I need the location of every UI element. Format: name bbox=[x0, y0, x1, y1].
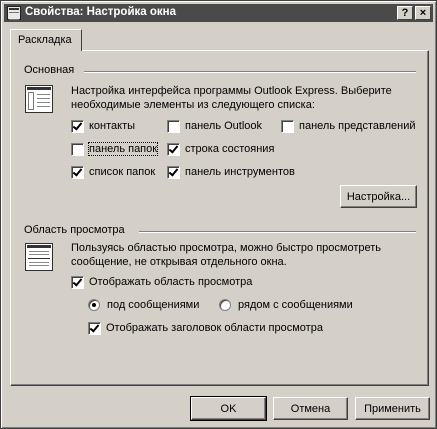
outlook-bar-checkbox-label: панель Outlook bbox=[185, 120, 263, 132]
contacts-checkbox-label: контакты bbox=[89, 120, 136, 132]
basic-group-divider bbox=[84, 71, 416, 73]
window-title: Свойства: Настройка окна bbox=[25, 6, 176, 18]
toolbar-checkbox-box[interactable] bbox=[167, 165, 180, 179]
beside-messages-radio-label: рядом с сообщениями bbox=[238, 299, 353, 311]
apply-button[interactable]: Применить bbox=[355, 397, 430, 420]
basic-description: Настройка интерфейса программы Outlook E… bbox=[71, 85, 392, 111]
title-bar[interactable]: Свойства: Настройка окна ? × bbox=[4, 4, 433, 22]
help-button[interactable]: ? bbox=[397, 6, 413, 20]
beside-messages-radio[interactable]: рядом с сообщениями bbox=[219, 298, 353, 312]
cancel-button[interactable]: Отмена bbox=[273, 397, 348, 420]
basic-group-title: Основная bbox=[24, 64, 75, 76]
folder-list-checkbox-box[interactable] bbox=[71, 165, 84, 179]
below-messages-radio[interactable]: под сообщениями bbox=[88, 298, 199, 312]
show-preview-checkbox-box[interactable] bbox=[71, 275, 84, 289]
customize-toolbar-button[interactable]: Настройка... bbox=[340, 185, 417, 208]
status-bar-checkbox-box[interactable] bbox=[167, 142, 180, 156]
layout-icon bbox=[25, 85, 53, 113]
preview-pane-icon bbox=[25, 243, 53, 271]
folder-bar-checkbox-label: панель папок bbox=[87, 142, 159, 156]
beside-messages-radio-circle[interactable] bbox=[219, 299, 231, 311]
views-bar-checkbox-box[interactable] bbox=[281, 119, 294, 133]
toolbar-checkbox[interactable]: панель инструментов bbox=[167, 165, 295, 179]
views-bar-checkbox-label: панель представлений bbox=[299, 120, 416, 132]
below-messages-radio-circle[interactable] bbox=[88, 299, 100, 311]
tab-layout-label: Раскладка bbox=[18, 34, 72, 46]
show-preview-header-checkbox-box[interactable] bbox=[88, 321, 101, 335]
show-preview-checkbox[interactable]: Отображать область просмотра bbox=[71, 275, 252, 289]
show-preview-header-checkbox[interactable]: Отображать заголовок области просмотра bbox=[88, 321, 323, 335]
below-messages-radio-label: под сообщениями bbox=[107, 299, 200, 311]
preview-group-divider bbox=[139, 231, 416, 233]
outlook-bar-checkbox[interactable]: панель Outlook bbox=[167, 119, 262, 133]
folder-list-checkbox-label: список папок bbox=[89, 166, 156, 178]
tab-layout[interactable]: Раскладка bbox=[10, 29, 82, 51]
folder-bar-checkbox-box[interactable] bbox=[71, 142, 84, 156]
close-button[interactable]: × bbox=[415, 6, 431, 20]
preview-description: Пользуясь областью просмотра, можно быст… bbox=[71, 242, 382, 268]
show-preview-checkbox-label: Отображать область просмотра bbox=[89, 276, 253, 288]
properties-dialog: Свойства: Настройка окна ? × Раскладка О… bbox=[0, 0, 437, 429]
folder-list-checkbox[interactable]: список папок bbox=[71, 165, 155, 179]
folder-bar-checkbox[interactable]: панель папок bbox=[71, 142, 159, 156]
outlook-bar-checkbox-box[interactable] bbox=[167, 119, 180, 133]
contacts-checkbox-box[interactable] bbox=[71, 119, 84, 133]
status-bar-checkbox-label: строка состояния bbox=[185, 143, 275, 155]
show-preview-header-checkbox-label: Отображать заголовок области просмотра bbox=[106, 322, 323, 334]
window-icon[interactable] bbox=[7, 6, 21, 20]
ok-button[interactable]: OK bbox=[190, 396, 267, 421]
status-bar-checkbox[interactable]: строка состояния bbox=[167, 142, 274, 156]
toolbar-checkbox-label: панель инструментов bbox=[185, 166, 295, 178]
contacts-checkbox[interactable]: контакты bbox=[71, 119, 135, 133]
preview-group-title: Область просмотра bbox=[24, 224, 125, 236]
views-bar-checkbox[interactable]: панель представлений bbox=[281, 119, 416, 133]
